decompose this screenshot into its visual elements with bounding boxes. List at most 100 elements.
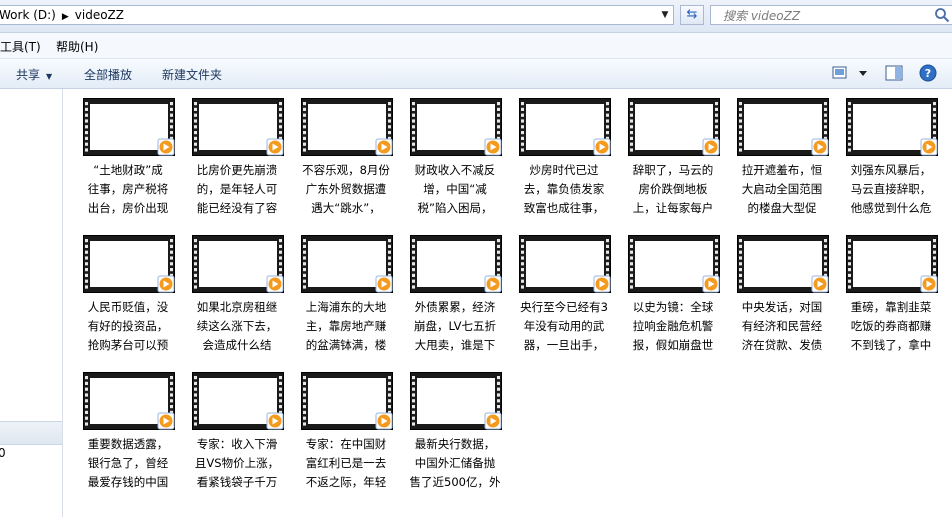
share-button[interactable]: 共享 ▼ xyxy=(16,66,52,83)
navigation-pane[interactable]: 0 xyxy=(0,89,63,517)
file-name: 外债累累，经济崩盘，LV七五折大甩卖，谁是下一个陨落的土耳... xyxy=(401,298,509,355)
search-icon[interactable] xyxy=(934,7,950,23)
file-name-line: 遇大“跳水”， xyxy=(311,201,381,215)
file-name-line: 上海浦东的大地 xyxy=(305,300,387,314)
chevron-down-icon: ▼ xyxy=(46,72,53,81)
file-name-line: 有经济和民营经 xyxy=(741,319,823,333)
file-item[interactable]: 最新央行数据，中国外汇储备抛售了近500亿，外贸角逐已经白刃... xyxy=(401,363,509,497)
file-name-line: 看紧钱袋子千万 xyxy=(196,475,278,489)
breadcrumb-separator-icon[interactable]: ▶ xyxy=(62,12,69,22)
file-name-line: 有好的投资品， xyxy=(87,319,169,333)
file-item[interactable]: “土地财政”成往事，房产税将出台，房价出现下跌则是必然事... xyxy=(74,89,182,223)
play-badge-icon xyxy=(157,412,175,430)
video-thumbnail-icon xyxy=(192,372,284,430)
nav-selected-item[interactable] xyxy=(0,421,62,445)
file-name-line: 续这么涨下去， xyxy=(196,319,278,333)
file-name: 上海浦东的大地主，靠房地产赚的盆满钵满，楼市经济何时是个... xyxy=(292,298,400,355)
file-name-line: 年没有动用的武 xyxy=(523,319,605,333)
file-item[interactable]: 刘强东风暴后，马云直接辞职，他感觉到什么危机，能否全身而... xyxy=(837,89,945,223)
video-thumbnail-icon xyxy=(410,98,502,156)
video-thumbnail-icon xyxy=(83,372,175,430)
refresh-button[interactable]: ⇆ xyxy=(680,5,704,25)
svg-text:?: ? xyxy=(925,67,931,80)
file-name-line: 去，靠负债发家 xyxy=(523,182,605,196)
file-name-line: 大启动全国范围 xyxy=(741,182,823,196)
video-thumbnail-icon xyxy=(846,235,938,293)
address-dropdown-icon[interactable]: ▼ xyxy=(657,6,673,24)
file-item[interactable]: 专家：在中国财富红利已是一去不返之际，年轻人已基本无暴富... xyxy=(292,363,400,497)
command-bar: 共享 ▼ 全部播放 新建文件夹 ? xyxy=(0,59,952,89)
file-name: 比房价更先崩溃的，是年轻人可能已经没有了容身之所！.mp4 xyxy=(183,161,291,218)
file-name-line: 辞职了，马云的 xyxy=(632,163,714,177)
help-button[interactable]: ? xyxy=(919,64,937,82)
play-all-button[interactable]: 全部播放 xyxy=(84,66,132,83)
preview-pane-button[interactable] xyxy=(884,64,904,82)
file-item[interactable]: 拉开遮羞布，恒大启动全国范围的楼盘大型促销，这意味什么... xyxy=(728,89,836,223)
file-item[interactable]: 如果北京房租继续这么涨下去，会造成什么结果？年轻人很难... xyxy=(183,226,291,360)
file-name-line: 马云直接辞职， xyxy=(850,182,932,196)
view-icon xyxy=(832,66,867,79)
file-item[interactable]: 上海浦东的大地主，靠房地产赚的盆满钵满，楼市经济何时是个... xyxy=(292,226,400,360)
file-item[interactable]: 比房价更先崩溃的，是年轻人可能已经没有了容身之所！.mp4 xyxy=(183,89,291,223)
file-name-line: 他感觉到什么危 xyxy=(850,201,932,215)
file-list[interactable]: “土地财政”成往事，房产税将出台，房价出现下跌则是必然事...比房价更先崩溃的，… xyxy=(63,89,952,517)
file-name-line: 重要数据透露， xyxy=(87,437,169,451)
file-item[interactable]: 以史为镜：全球拉响金融危机警报，假如崩盘世界各国有多凄惨... xyxy=(619,226,727,360)
file-name-line: 银行急了，曾经 xyxy=(87,456,169,470)
file-item[interactable]: 辞职了，马云的房价跌倒地板上，让每家每户都买得起，还可... xyxy=(619,89,727,223)
file-item[interactable]: 人民币贬值，没有好的投资品，抢购茅台可以预防通货膨胀吗？... xyxy=(74,226,182,360)
file-name-line: 不到钱了，拿中 xyxy=(850,338,932,352)
file-item[interactable]: 不容乐观，8月份广东外贸数据遭遇大“跳水”，海外贸易寒冬来... xyxy=(292,89,400,223)
play-badge-icon xyxy=(484,275,502,293)
search-input[interactable] xyxy=(721,7,925,25)
file-name: 炒房时代已过去，靠负债发家致富也成往事，刚需短期要不要... xyxy=(510,161,618,218)
play-badge-icon xyxy=(920,138,938,156)
breadcrumb-item-folder[interactable]: videoZZ xyxy=(75,8,124,22)
play-badge-icon xyxy=(266,275,284,293)
file-name-line: 炒房时代已过 xyxy=(529,163,599,177)
file-name: 拉开遮羞布，恒大启动全国范围的楼盘大型促销，这意味什么... xyxy=(728,161,836,218)
video-thumbnail-icon xyxy=(83,235,175,293)
file-item[interactable]: 重磅，靠割韭菜吃饭的券商都赚不到钱了，拿中国股市还能牛吗... xyxy=(837,226,945,360)
file-name-line: 往事，房产税将 xyxy=(87,182,169,196)
file-name-line: 的楼盘大型促 xyxy=(747,201,817,215)
file-item[interactable]: 外债累累，经济崩盘，LV七五折大甩卖，谁是下一个陨落的土耳... xyxy=(401,226,509,360)
file-name: 辞职了，马云的房价跌倒地板上，让每家每户都买得起，还可... xyxy=(619,161,727,218)
file-name: “土地财政”成往事，房产税将出台，房价出现下跌则是必然事... xyxy=(74,161,182,218)
breadcrumb-item-drive[interactable]: Work (D:) xyxy=(0,8,56,22)
address-bar[interactable]: Work (D:) ▶ videoZZ ▼ xyxy=(0,5,674,25)
video-thumbnail-icon xyxy=(846,98,938,156)
file-item[interactable]: 炒房时代已过去，靠负债发家致富也成往事，刚需短期要不要... xyxy=(510,89,618,223)
play-badge-icon xyxy=(811,275,829,293)
file-name-line: 以史为镜：全球 xyxy=(632,300,714,314)
file-name-line: 且VS物价上涨， xyxy=(194,456,280,470)
file-item[interactable]: 重要数据透露，银行急了，曾经最爱存钱的中国人竟然没钱存了... xyxy=(74,363,182,497)
search-box[interactable] xyxy=(710,5,952,25)
file-name: 重磅，靠割韭菜吃饭的券商都赚不到钱了，拿中国股市还能牛吗... xyxy=(837,298,945,355)
play-badge-icon xyxy=(593,275,611,293)
video-thumbnail-icon xyxy=(410,372,502,430)
menu-help[interactable]: 帮助(H) xyxy=(56,38,98,55)
new-folder-button[interactable]: 新建文件夹 xyxy=(162,66,222,83)
preview-pane-icon xyxy=(885,65,903,81)
change-view-button[interactable] xyxy=(830,64,872,82)
file-item[interactable]: 专家：收入下滑且VS物价上涨，看紧钱袋子千万不要辞职！.mp4 xyxy=(183,363,291,497)
file-name-line: 售了近500亿，外 xyxy=(409,475,501,489)
file-name-line: 如果北京房租继 xyxy=(196,300,278,314)
file-name: 重要数据透露，银行急了，曾经最爱存钱的中国人竟然没钱存了... xyxy=(74,435,182,492)
play-badge-icon xyxy=(702,275,720,293)
play-badge-icon xyxy=(484,412,502,430)
refresh-icon: ⇆ xyxy=(686,7,698,22)
play-badge-icon xyxy=(593,138,611,156)
video-thumbnail-icon xyxy=(519,235,611,293)
menu-tools[interactable]: 工具(T) xyxy=(0,38,41,55)
file-item[interactable]: 中央发话，对国有经济和民营经济在贷款、发债政策上都一视同... xyxy=(728,226,836,360)
file-item[interactable]: 央行至今已经有3年没有动用的武器，一旦出手，定要远离楼市股... xyxy=(510,226,618,360)
nav-item-fragment[interactable]: 0 xyxy=(0,446,6,460)
file-name-line: 报，假如崩盘世 xyxy=(632,338,714,352)
file-item[interactable]: 财政收入不减反增，中国“减税”陷入困局，为何会这样呢？... xyxy=(401,89,509,223)
file-name-line: “土地财政”成 xyxy=(93,163,163,177)
file-name-line: 会造成什么结 xyxy=(202,338,272,352)
play-badge-icon xyxy=(375,138,393,156)
file-name-line: 最爱存钱的中国 xyxy=(87,475,169,489)
